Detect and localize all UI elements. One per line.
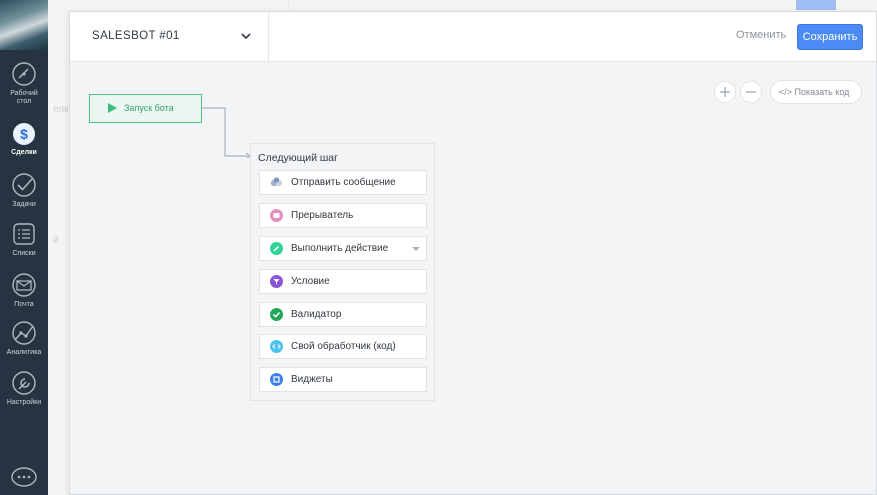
option-label: Условие <box>291 276 330 287</box>
nav-label-dashboard-line1: Рабочий <box>10 90 38 97</box>
account-photo[interactable] <box>0 0 48 50</box>
option-condition[interactable]: Условие <box>259 269 427 294</box>
deals-icon: $ <box>13 123 35 145</box>
nav-label-analytics: Аналитика <box>6 349 42 356</box>
option-interrupter[interactable]: Прерыватель <box>259 203 427 228</box>
option-send-message[interactable]: Отправить сообщение <box>259 170 427 195</box>
background-text-fragment: й <box>53 235 59 246</box>
nav-label-settings: Настройки <box>6 399 42 406</box>
save-button[interactable]: Сохранить <box>797 24 863 50</box>
pencil-icon <box>270 242 283 255</box>
next-step-panel: Следующий шаг Отправить сообщение Прерыв… <box>250 143 435 401</box>
option-label: Валидатор <box>291 309 342 320</box>
bot-title: SALESBOT #01 <box>92 30 180 42</box>
analytics-icon <box>12 321 36 345</box>
option-validator[interactable]: Валидатор <box>259 302 427 327</box>
option-perform-action[interactable]: Выполнить действие <box>259 236 427 261</box>
show-code-button[interactable]: </> Показать код <box>770 80 862 104</box>
dashboard-icon <box>12 62 36 86</box>
nav-label-deals: Сделки <box>11 149 37 156</box>
option-label: Виджеты <box>291 374 333 385</box>
option-widgets[interactable]: Виджеты <box>259 367 427 392</box>
bot-selector[interactable]: SALESBOT #01 <box>70 12 269 62</box>
code-icon: </> <box>779 87 793 97</box>
left-navigation: Рабочий стол $ Сделки Задачи Списки Почт… <box>0 0 48 495</box>
message-icon <box>270 176 283 189</box>
nav-item-deals[interactable]: $ Сделки <box>0 120 48 157</box>
nav-item-tasks[interactable]: Задачи <box>0 172 48 209</box>
nav-label-tasks: Задачи <box>12 201 36 208</box>
start-bot-node[interactable]: Запуск бота <box>89 94 202 123</box>
wrench-icon <box>12 371 36 395</box>
modal-header: SALESBOT #01 Отменить Сохранить <box>70 12 876 62</box>
option-label: Прерыватель <box>291 210 354 221</box>
play-icon <box>108 103 117 113</box>
mail-icon <box>12 273 36 297</box>
nav-item-lists[interactable]: Списки <box>0 221 48 258</box>
nav-item-dashboard[interactable]: Рабочий стол <box>0 61 48 106</box>
nav-label-lists: Списки <box>12 250 36 257</box>
option-label: Отправить сообщение <box>291 177 396 188</box>
next-step-title: Следующий шаг <box>258 152 338 164</box>
nav-label-mail: Почта <box>14 301 34 308</box>
connector-line <box>202 107 251 158</box>
plus-icon <box>720 87 730 97</box>
option-label: Свой обработчик (код) <box>291 341 396 352</box>
zoom-out-button[interactable] <box>740 81 762 103</box>
show-code-label: Показать код <box>794 87 850 97</box>
tasks-icon <box>12 173 36 197</box>
start-bot-label: Запуск бота <box>124 103 174 113</box>
check-icon <box>270 308 283 321</box>
divider <box>288 0 289 10</box>
filter-icon <box>270 275 283 288</box>
nav-label-dashboard-line2: стол <box>16 98 32 105</box>
option-custom-handler[interactable]: Свой обработчик (код) <box>259 334 427 359</box>
option-label: Выполнить действие <box>291 243 389 254</box>
nav-item-settings[interactable]: Настройки <box>0 370 48 407</box>
nav-item-analytics[interactable]: Аналитика <box>0 320 48 357</box>
salesbot-modal: SALESBOT #01 Отменить Сохранить </> Пока… <box>69 11 877 495</box>
chevron-down-icon <box>241 33 251 40</box>
chat-icon[interactable] <box>10 466 38 490</box>
nav-item-mail[interactable]: Почта <box>0 272 48 309</box>
widgets-icon <box>270 373 283 386</box>
interrupt-icon <box>270 209 283 222</box>
svg-text:$: $ <box>20 126 28 142</box>
cancel-button[interactable]: Отменить <box>736 29 786 41</box>
background-button <box>796 0 836 10</box>
code-icon <box>270 340 283 353</box>
minus-icon <box>746 91 756 93</box>
zoom-in-button[interactable] <box>714 81 736 103</box>
chevron-down-icon[interactable] <box>412 247 420 251</box>
lists-icon <box>13 223 35 245</box>
